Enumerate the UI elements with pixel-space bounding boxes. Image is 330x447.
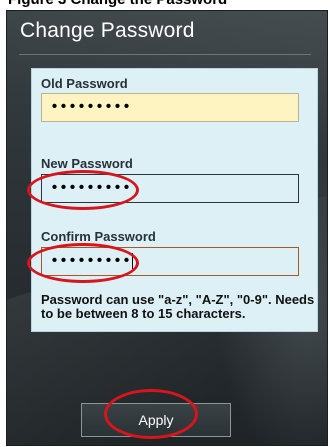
password-form: Old Password ••••••••• New Password ••••… xyxy=(31,68,318,332)
change-password-dialog: Change Password Old Password ••••••••• N… xyxy=(6,10,328,446)
new-password-label: New Password xyxy=(41,156,133,171)
password-hint: Password can use "a-z", "A-Z", "0-9". Ne… xyxy=(41,292,315,321)
title-divider xyxy=(19,54,311,55)
confirm-password-value: ••••••••• xyxy=(50,253,132,270)
new-password-value: ••••••••• xyxy=(50,180,132,197)
apply-button[interactable]: Apply xyxy=(81,403,231,437)
figure-caption-text: Figure 3 Change the Password xyxy=(8,0,227,8)
text-caret xyxy=(132,253,134,270)
dialog-title: Change Password xyxy=(20,19,195,42)
confirm-password-field[interactable]: ••••••••• xyxy=(41,247,299,276)
old-password-field[interactable]: ••••••••• xyxy=(41,93,299,122)
old-password-label: Old Password xyxy=(41,76,128,91)
new-password-field[interactable]: ••••••••• xyxy=(41,174,299,203)
figure-caption: Figure 3 Change the Password xyxy=(0,0,330,10)
confirm-password-label: Confirm Password xyxy=(41,229,156,244)
old-password-value: ••••••••• xyxy=(50,99,132,116)
